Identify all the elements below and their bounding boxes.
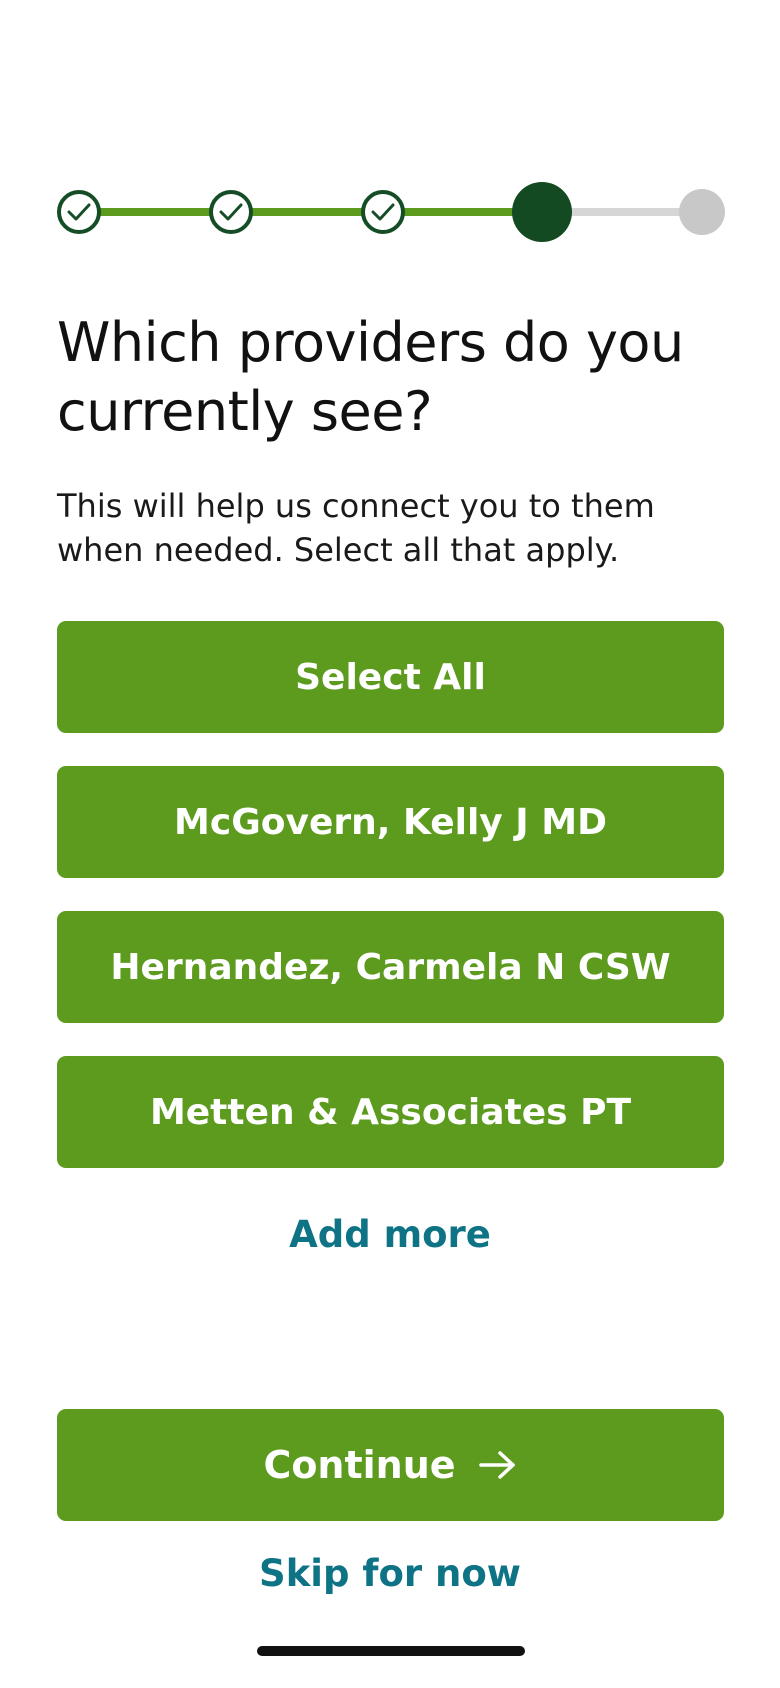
skip-for-now-link[interactable]: Skip for now — [0, 1552, 780, 1595]
step-4-current — [512, 182, 572, 242]
step-1-completed — [57, 190, 101, 234]
provider-option-button[interactable]: Hernandez, Carmela N CSW — [57, 911, 724, 1023]
step-2-completed — [209, 190, 253, 234]
page-title: Which providers do you currently see? — [57, 311, 684, 443]
arrow-right-icon — [478, 1449, 518, 1481]
select-all-button[interactable]: Select All — [57, 621, 724, 733]
check-icon — [67, 203, 91, 221]
page-subtitle: This will help us connect you to them wh… — [57, 487, 655, 569]
continue-button[interactable]: Continue — [57, 1409, 724, 1521]
provider-option-button[interactable]: McGovern, Kelly J MD — [57, 766, 724, 878]
continue-button-label: Continue — [263, 1443, 456, 1487]
home-indicator[interactable] — [257, 1646, 525, 1656]
add-more-link[interactable]: Add more — [0, 1213, 780, 1256]
step-3-completed — [361, 190, 405, 234]
step-5-upcoming — [679, 189, 725, 235]
provider-option-button[interactable]: Metten & Associates PT — [57, 1056, 724, 1168]
check-icon — [219, 203, 243, 221]
progress-stepper — [57, 182, 725, 242]
progress-track-completed — [79, 208, 549, 216]
provider-options: Select All McGovern, Kelly J MD Hernande… — [57, 621, 724, 1201]
check-icon — [371, 203, 395, 221]
